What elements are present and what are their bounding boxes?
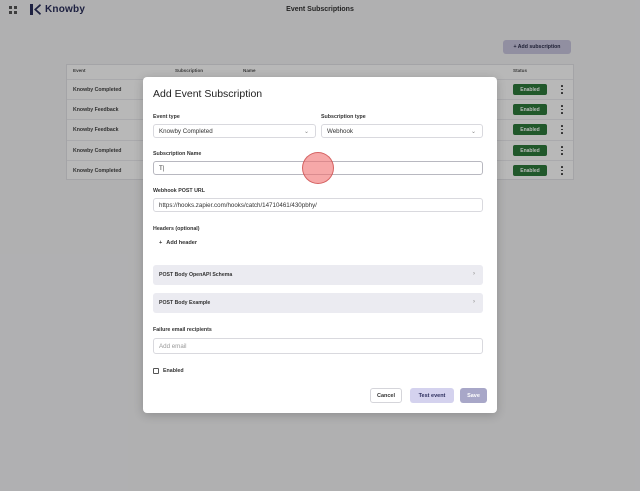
openapi-schema-accordion[interactable]: POST Body OpenAPI Schema ›: [153, 265, 483, 285]
add-event-subscription-dialog: Add Event Subscription Event type Knowby…: [143, 77, 497, 413]
chevron-right-icon: ›: [473, 271, 475, 277]
subscription-type-value: Webhook: [327, 127, 354, 135]
add-header-button[interactable]: + Add header: [159, 240, 197, 246]
event-type-value: Knowby Completed: [159, 127, 213, 135]
subscription-name-label: Subscription Name: [153, 151, 202, 157]
cancel-button[interactable]: Cancel: [370, 388, 402, 403]
event-type-select[interactable]: Knowby Completed ⌄: [153, 124, 316, 138]
text-caret: |: [162, 164, 165, 172]
enabled-label: Enabled: [163, 368, 184, 374]
dialog-title: Add Event Subscription: [153, 88, 263, 100]
webhook-url-label: Webhook POST URL: [153, 188, 205, 194]
enabled-checkbox-row[interactable]: Enabled: [153, 368, 184, 374]
test-event-button[interactable]: Test event: [410, 388, 454, 403]
event-type-label: Event type: [153, 114, 180, 120]
cursor-indicator: [302, 152, 334, 184]
save-button[interactable]: Save: [460, 388, 487, 403]
enabled-checkbox[interactable]: [153, 368, 159, 374]
failure-email-placeholder: Add email: [159, 342, 187, 350]
subscription-type-select[interactable]: Webhook ⌄: [321, 124, 483, 138]
chevron-down-icon: ⌄: [470, 129, 476, 135]
add-header-label: Add header: [166, 240, 198, 246]
failure-email-input[interactable]: Add email: [153, 338, 483, 354]
headers-label: Headers (optional): [153, 226, 200, 232]
chevron-right-icon: ›: [473, 299, 475, 305]
openapi-schema-label: POST Body OpenAPI Schema: [159, 272, 233, 278]
post-body-example-accordion[interactable]: POST Body Example ›: [153, 293, 483, 313]
subscription-type-label: Subscription type: [321, 114, 366, 120]
webhook-url-input[interactable]: https://hooks.zapier.com/hooks/catch/147…: [153, 198, 483, 212]
post-body-example-label: POST Body Example: [159, 300, 211, 306]
chevron-down-icon: ⌄: [303, 129, 309, 135]
failure-recipients-label: Failure email recipients: [153, 327, 212, 333]
webhook-url-value: https://hooks.zapier.com/hooks/catch/147…: [159, 201, 317, 209]
plus-icon: +: [159, 240, 163, 246]
